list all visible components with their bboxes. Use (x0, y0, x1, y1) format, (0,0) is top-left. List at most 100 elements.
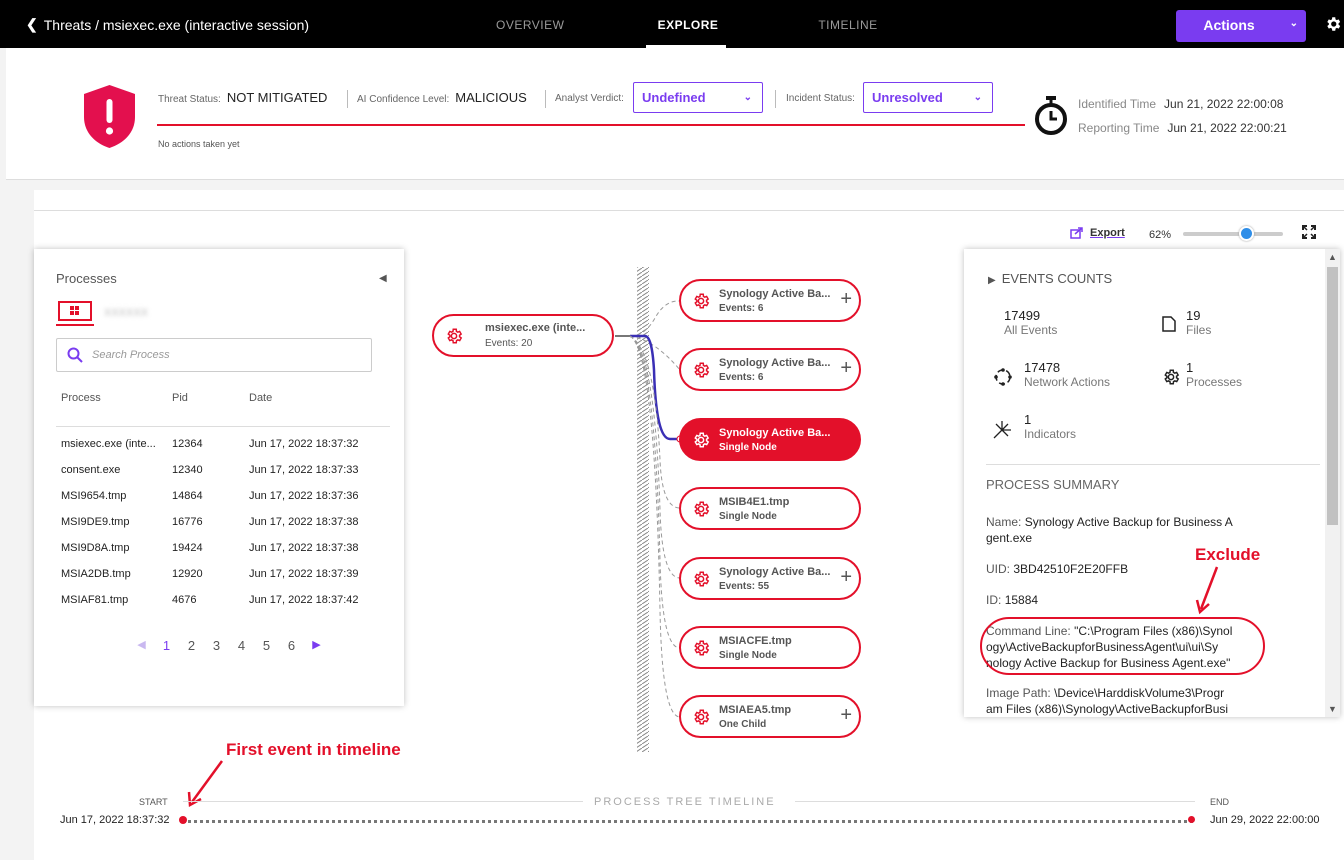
zoom-slider-track[interactable] (1183, 232, 1283, 236)
event-count: 1 (1186, 360, 1194, 375)
process-gear-icon (694, 432, 710, 448)
event-label: Files (1186, 323, 1212, 337)
event-count-all[interactable]: 17499 All Events (1004, 308, 1057, 337)
gear-icon (1164, 369, 1180, 385)
scroll-up-icon[interactable]: ▲ (1328, 252, 1337, 262)
indicator-icon (993, 421, 1011, 439)
chevron-left-icon[interactable]: ❮ (26, 16, 38, 33)
process-summary-title: PROCESS SUMMARY (986, 477, 1120, 492)
canvas-divider (34, 210, 1344, 211)
node-sub: Single Node (719, 442, 777, 453)
incident-status-label: Incident Status: (786, 93, 855, 104)
event-count-indicators[interactable]: 1 Indicators (993, 412, 1076, 441)
tree-node-child[interactable]: Synology Active Ba... Events: 55 + (679, 557, 861, 600)
expand-plus-icon[interactable]: + (840, 357, 852, 380)
scrollbar-thumb[interactable] (1327, 267, 1338, 525)
tab-overview[interactable]: OVERVIEW (496, 18, 564, 32)
expand-plus-icon[interactable]: + (840, 566, 852, 589)
tree-node-root[interactable]: msiexec.exe (inte... Events: 20 (432, 314, 614, 357)
timeline-rule (183, 801, 583, 802)
tree-node-selected[interactable]: Synology Active Ba... Single Node (679, 418, 861, 461)
cell-process: msiexec.exe (inte... (61, 438, 156, 450)
cell-date: Jun 17, 2022 18:37:33 (249, 464, 359, 476)
chevron-down-icon: ⌄ (743, 92, 752, 103)
tree-node-child[interactable]: MSIACFE.tmp Single Node (679, 626, 861, 669)
fullscreen-icon[interactable] (1302, 225, 1316, 239)
node-sub: Single Node (719, 511, 777, 522)
tree-node-child[interactable]: MSIAEA5.tmp One Child + (679, 695, 861, 738)
process-gear-icon (694, 571, 710, 587)
event-count: 19 (1186, 308, 1201, 323)
timeline-end-label: END (1210, 797, 1230, 807)
page-5[interactable]: 5 (254, 638, 279, 653)
export-button[interactable]: Export (1070, 227, 1125, 239)
scroll-down-icon[interactable]: ▼ (1328, 704, 1337, 714)
page-6[interactable]: 6 (279, 638, 304, 653)
cell-pid: 14864 (172, 490, 203, 502)
column-pid[interactable]: Pid (172, 392, 188, 404)
node-sub: Events: 55 (719, 581, 770, 592)
timeline-end-marker[interactable] (1188, 816, 1195, 823)
node-name: Synology Active Ba... (719, 357, 831, 369)
search-process-input[interactable]: Search Process (56, 338, 372, 372)
summary-key: UID: (986, 562, 1010, 576)
status-underline (157, 124, 1025, 126)
network-icon (994, 368, 1012, 386)
threat-shield-icon (84, 85, 135, 148)
threat-times: Identified Time Jun 21, 2022 22:00:08 Re… (1078, 97, 1287, 145)
panel-divider (986, 464, 1320, 465)
no-actions-text: No actions taken yet (158, 139, 240, 149)
settings-gear-icon[interactable] (1324, 15, 1342, 33)
events-panel-scrollbar[interactable]: ▲ ▼ (1325, 249, 1340, 717)
cell-process: MSI9DE9.tmp (61, 516, 130, 528)
summary-key: ID: (986, 593, 1002, 607)
column-process[interactable]: Process (61, 392, 101, 404)
actions-button[interactable]: Actions ⌄ (1176, 10, 1306, 42)
page-1[interactable]: 1 (154, 638, 179, 653)
incident-status-select[interactable]: Unresolved ⌄ (863, 82, 993, 113)
next-page-icon[interactable]: ▶ (304, 638, 329, 653)
threat-status-value: NOT MITIGATED (226, 90, 328, 105)
node-sub: Events: 20 (485, 338, 533, 349)
zoom-slider-handle[interactable] (1239, 226, 1254, 241)
events-counts-title: EVENTS COUNTS (1001, 271, 1113, 286)
expand-plus-icon[interactable]: + (840, 288, 852, 311)
top-bar: ❮ Threats / msiexec.exe (interactive ses… (0, 0, 1344, 48)
node-name: msiexec.exe (inte... (485, 322, 586, 334)
collapse-left-icon[interactable]: ◀ (379, 273, 387, 284)
event-count-network[interactable]: 17478 Network Actions (994, 360, 1111, 389)
tree-node-child[interactable]: Synology Active Ba... Events: 6 + (679, 348, 861, 391)
zoom-level: 62% (1149, 229, 1172, 241)
page-2[interactable]: 2 (179, 638, 204, 653)
expand-plus-icon[interactable]: + (840, 704, 852, 727)
summary-value: Synology Active Backup for Business A (1024, 515, 1233, 529)
summary-image-path: Image Path: \Device\HarddiskVolume3\Prog… (986, 685, 1256, 717)
column-date[interactable]: Date (249, 392, 272, 404)
page-3[interactable]: 3 (204, 638, 229, 653)
processes-title: Processes (56, 271, 117, 286)
tree-node-child[interactable]: Synology Active Ba... Events: 6 + (679, 279, 861, 322)
page-4[interactable]: 4 (229, 638, 254, 653)
tree-node-child[interactable]: MSIB4E1.tmp Single Node (679, 487, 861, 530)
node-name: Synology Active Ba... (719, 427, 831, 439)
timeline-start-marker[interactable] (179, 816, 187, 824)
analyst-verdict-label: Analyst Verdict: (555, 93, 624, 104)
analyst-verdict-select[interactable]: Undefined ⌄ (633, 82, 763, 113)
event-label: Network Actions (1024, 375, 1111, 389)
breadcrumb[interactable]: ❮ Threats / msiexec.exe (interactive ses… (26, 16, 309, 33)
events-counts-header[interactable]: ▶ EVENTS COUNTS (988, 271, 1112, 286)
process-gear-icon (694, 362, 710, 378)
node-sub: Single Node (719, 650, 777, 661)
event-label: Processes (1186, 375, 1243, 389)
tab-timeline[interactable]: TIMELINE (816, 18, 880, 32)
event-count-files[interactable]: 19 Files (1162, 308, 1212, 337)
prev-page-icon[interactable]: ◀ (129, 638, 154, 653)
cell-date: Jun 17, 2022 18:37:38 (249, 516, 359, 528)
event-count-processes[interactable]: 1 Processes (1164, 360, 1243, 389)
windows-host-icon[interactable] (58, 301, 92, 323)
timeline-track[interactable] (183, 820, 1193, 823)
breadcrumb-text[interactable]: Threats / msiexec.exe (interactive sessi… (44, 17, 309, 33)
analyst-verdict-value: Undefined (642, 90, 706, 105)
tab-explore[interactable]: EXPLORE (656, 18, 720, 32)
caret-right-icon: ▶ (988, 275, 996, 286)
